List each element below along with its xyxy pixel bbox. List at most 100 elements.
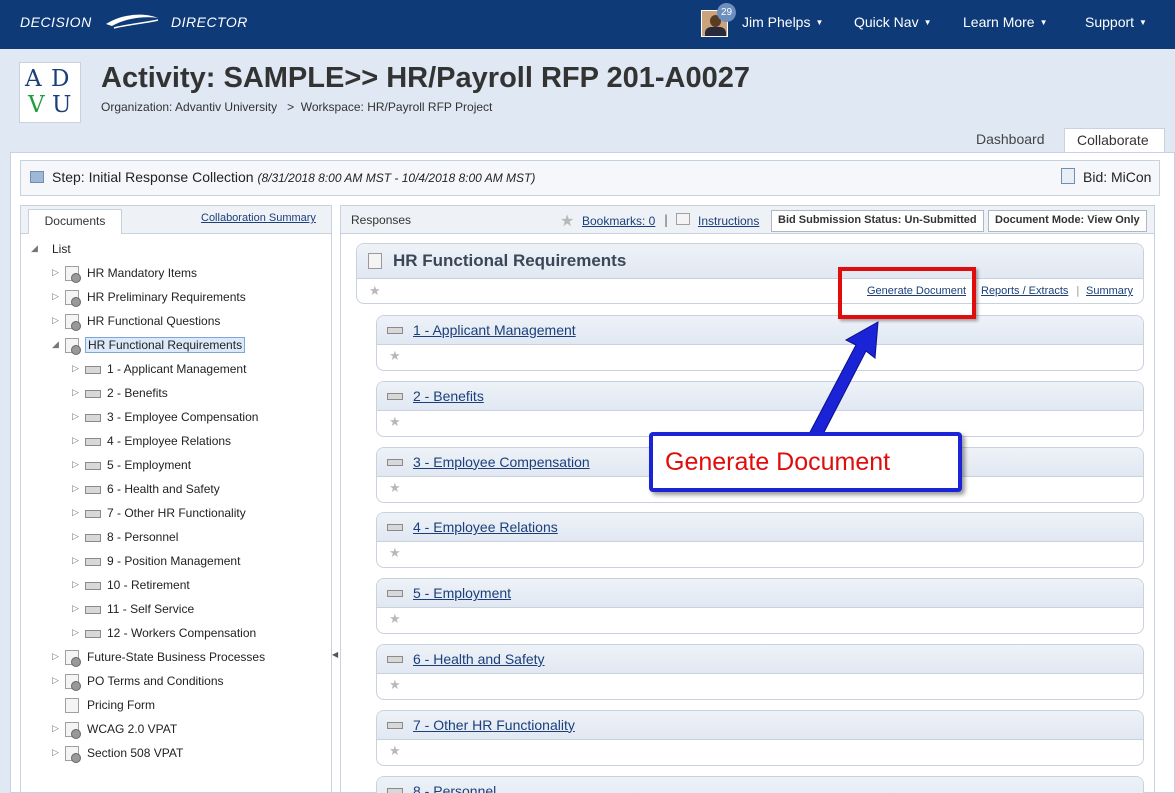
tree-item-label: List — [52, 242, 71, 256]
brand-swoosh-logo — [106, 14, 159, 29]
expand-icon[interactable]: ▷ — [72, 387, 79, 398]
nav-quick-nav[interactable]: Quick Nav ▼ — [854, 14, 932, 30]
logo-letter: A — [25, 66, 42, 92]
tab-dashboard[interactable]: Dashboard — [964, 128, 1057, 152]
user-menu[interactable]: Jim Phelps ▼ — [742, 14, 823, 30]
step-label: Step: Initial Response Collection (8/31/… — [52, 169, 535, 185]
expand-icon[interactable]: ▷ — [52, 675, 59, 686]
section-link[interactable]: 4 - Employee Relations — [413, 519, 558, 535]
document-settings-icon — [65, 674, 81, 691]
document-title: HR Functional Requirements — [393, 251, 627, 270]
separator: | — [664, 213, 669, 227]
bookmark-star-icon[interactable]: ★ — [389, 349, 401, 364]
nav-label: Quick Nav — [854, 14, 919, 30]
tree-item-label: 10 - Retirement — [107, 578, 190, 592]
notification-badge[interactable]: 29 — [717, 3, 736, 22]
bookmark-star-icon[interactable]: ★ — [389, 546, 401, 561]
bookmark-star-icon: ★ — [560, 211, 575, 230]
section-card: 2 - Benefits ★ — [376, 380, 1144, 437]
section-icon — [85, 390, 101, 398]
logo-letter: V — [28, 92, 45, 118]
expand-icon[interactable]: ▷ — [72, 435, 79, 446]
nav-support[interactable]: Support ▼ — [1085, 14, 1147, 30]
tree-item-label: 12 - Workers Compensation — [107, 626, 257, 640]
step-icon — [30, 171, 44, 183]
bookmark-star-icon[interactable]: ★ — [389, 415, 401, 430]
bid-document-icon — [1061, 168, 1075, 184]
expand-icon[interactable]: ▷ — [72, 603, 79, 614]
section-link[interactable]: 3 - Employee Compensation — [413, 454, 590, 470]
section-icon — [387, 327, 403, 334]
section-card: 8 - Personnel★ — [376, 775, 1144, 793]
section-card: 4 - Employee Relations ★ — [376, 512, 1144, 569]
section-icon — [85, 558, 101, 566]
collapse-pane-icon[interactable]: ◀ — [332, 650, 338, 659]
expand-icon[interactable]: ▷ — [52, 291, 59, 302]
tree-item-label: 6 - Health and Safety — [107, 482, 220, 496]
document-settings-icon — [65, 650, 81, 667]
nav-learn-more[interactable]: Learn More ▼ — [963, 14, 1048, 30]
section-icon — [85, 366, 101, 374]
bookmark-star-icon[interactable]: ★ — [389, 612, 401, 627]
document-settings-icon — [65, 314, 81, 331]
section-icon — [85, 462, 101, 470]
tree-item-label: HR Functional Requirements — [85, 337, 246, 353]
collapse-icon[interactable]: ◢ — [31, 243, 38, 254]
tree-item-label: 8 - Personnel — [107, 530, 179, 544]
tab-documents[interactable]: Documents — [28, 209, 122, 234]
section-card: 5 - Employment ★ — [376, 578, 1144, 635]
instructions-link[interactable]: Instructions — [698, 214, 759, 228]
chevron-down-icon: ▼ — [1139, 18, 1147, 27]
expand-icon[interactable]: ▷ — [52, 651, 59, 662]
section-icon — [85, 534, 101, 542]
expand-icon[interactable]: ▷ — [52, 747, 59, 758]
section-link[interactable]: 5 - Employment — [413, 585, 511, 601]
collaboration-summary-link[interactable]: Collaboration Summary — [201, 212, 316, 224]
instructions-icon — [676, 213, 690, 225]
section-icon — [85, 414, 101, 422]
bookmark-star-icon[interactable]: ★ — [389, 678, 401, 693]
nav-label: Support — [1085, 14, 1135, 30]
expand-icon[interactable]: ▷ — [72, 483, 79, 494]
document-icon — [368, 253, 382, 269]
tree-item-label: HR Mandatory Items — [87, 266, 198, 280]
section-link[interactable]: 2 - Benefits — [413, 388, 484, 404]
section-link[interactable]: 6 - Health and Safety — [413, 651, 545, 667]
expand-icon[interactable]: ▷ — [72, 579, 79, 590]
expand-icon[interactable]: ▷ — [52, 723, 59, 734]
highlight-box — [838, 267, 976, 319]
document-settings-icon — [65, 290, 81, 307]
expand-icon[interactable]: ▷ — [72, 363, 79, 374]
bookmark-star-icon[interactable]: ★ — [389, 481, 401, 496]
section-link[interactable]: 8 - Personnel — [413, 783, 496, 793]
chevron-down-icon: ▼ — [923, 18, 932, 27]
tree-item-label: 7 - Other HR Functionality — [107, 506, 246, 520]
user-name: Jim Phelps — [742, 14, 811, 30]
expand-icon[interactable]: ▷ — [72, 459, 79, 470]
tab-collaborate[interactable]: Collaborate — [1064, 128, 1165, 152]
bookmark-star-icon[interactable]: ★ — [369, 284, 381, 299]
section-link[interactable]: 7 - Other HR Functionality — [413, 717, 575, 733]
summary-link[interactable]: Summary — [1086, 285, 1133, 297]
bookmark-star-icon[interactable]: ★ — [389, 744, 401, 759]
section-icon — [85, 630, 101, 638]
reports-extracts-link[interactable]: Reports / Extracts — [981, 285, 1068, 297]
section-link[interactable]: 1 - Applicant Management — [413, 322, 576, 338]
expand-icon[interactable]: ▷ — [72, 531, 79, 542]
chevron-down-icon: ▼ — [815, 18, 824, 27]
section-icon — [387, 392, 403, 400]
tree-item-label: WCAG 2.0 VPAT — [87, 722, 178, 736]
expand-icon[interactable]: ▷ — [52, 267, 59, 278]
step-dates: (8/31/2018 8:00 AM MST - 10/4/2018 8:00 … — [257, 171, 536, 185]
expand-icon[interactable]: ▷ — [72, 411, 79, 422]
expand-icon[interactable]: ▷ — [72, 555, 79, 566]
collapse-icon[interactable]: ◢ — [52, 339, 59, 350]
expand-icon[interactable]: ▷ — [72, 507, 79, 518]
expand-icon[interactable]: ▷ — [72, 627, 79, 638]
logo-letter: D — [51, 66, 70, 92]
section-icon — [85, 582, 101, 590]
logo-letter: U — [52, 92, 72, 118]
bookmarks-link[interactable]: Bookmarks: 0 — [582, 214, 655, 228]
expand-icon[interactable]: ▷ — [52, 315, 59, 326]
tree-item-label: 5 - Employment — [107, 458, 192, 472]
